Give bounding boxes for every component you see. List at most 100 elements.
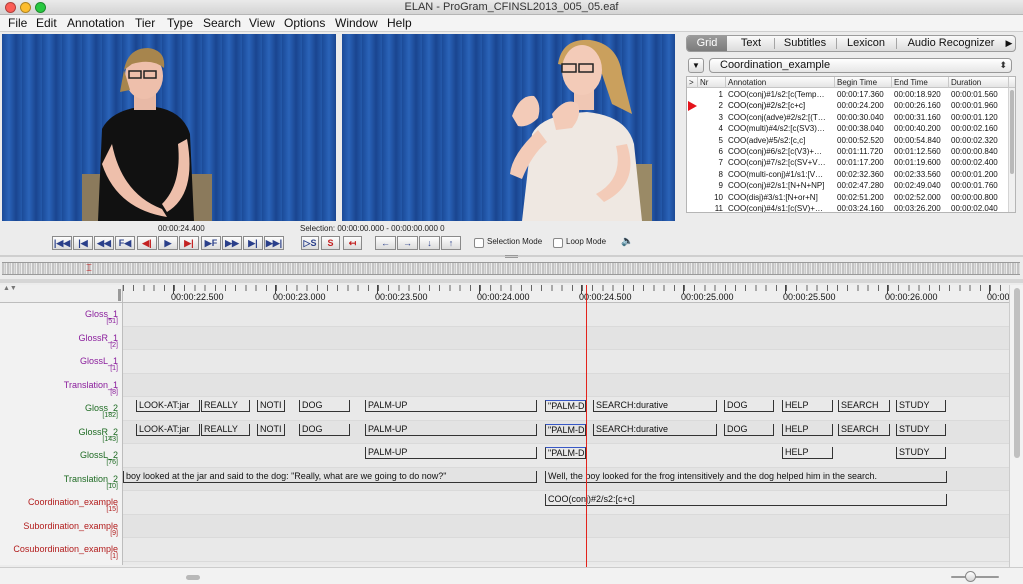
timeline-overview[interactable] bbox=[2, 262, 1020, 275]
annotation-box[interactable]: HELP bbox=[782, 423, 833, 436]
annotation-box[interactable]: HELP bbox=[782, 400, 833, 412]
grid-row[interactable]: 7 COO(conj)#7/s2:[c(SV+V… 00:01:17.200 00:0… bbox=[687, 157, 1009, 168]
col-header-end-time[interactable]: End Time bbox=[892, 77, 949, 88]
zoom-slider-knob[interactable] bbox=[965, 571, 976, 582]
loop-mode-checkbox[interactable] bbox=[553, 238, 563, 248]
annotation-box[interactable]: PALM-UP bbox=[365, 400, 537, 412]
previous-annotation-button[interactable]: ← bbox=[375, 236, 396, 250]
annotation-tracks[interactable]: LOOK-AT:jar REALLY NOTI DOG PALM-UP "PALM-D SE… bbox=[123, 303, 1009, 565]
annotation-box[interactable]: SEARCH bbox=[838, 400, 890, 412]
minimize-window-button[interactable] bbox=[20, 2, 31, 13]
timeline-horizontal-scrollbar[interactable] bbox=[0, 567, 1023, 584]
annotation-box[interactable]: HELP bbox=[782, 447, 833, 459]
grid-row[interactable]: 4 COO(multi)#4/s2:[c(SV3)… 00:00:38.040 00:… bbox=[687, 123, 1009, 134]
annotation-box[interactable]: DOG bbox=[299, 400, 350, 412]
menu-view[interactable]: View bbox=[245, 15, 279, 32]
annotation-box[interactable]: LOOK-AT:jar bbox=[136, 400, 200, 412]
grid-row[interactable]: 6 COO(conj)#6/s2:[c(V3)+… 00:01:11.720 00:0… bbox=[687, 146, 1009, 157]
tier-label[interactable]: Coordination_example bbox=[28, 497, 118, 507]
go-to-end-button[interactable]: ▶▶| bbox=[264, 236, 284, 250]
play-selection-button[interactable]: ▷S bbox=[301, 236, 319, 250]
annotation-box[interactable]: PALM-UP bbox=[365, 423, 537, 436]
annotation-box[interactable]: STUDY bbox=[896, 423, 946, 436]
menu-file[interactable]: File bbox=[4, 15, 31, 32]
tab-grid[interactable]: Grid bbox=[687, 36, 727, 51]
playback-crosshair[interactable] bbox=[586, 285, 587, 567]
video-viewer-right[interactable] bbox=[342, 34, 675, 221]
tier-label[interactable]: Cosubordination_example bbox=[13, 544, 118, 554]
fast-back-button[interactable]: F◀ bbox=[115, 236, 135, 250]
col-header-begin-time[interactable]: Begin Time bbox=[835, 77, 892, 88]
fast-forward-button[interactable]: ▶F bbox=[201, 236, 221, 250]
col-header-annotation[interactable]: Annotation bbox=[726, 77, 835, 88]
next-annotation-button[interactable]: → bbox=[397, 236, 418, 250]
annotation-box[interactable]: STUDY bbox=[896, 447, 946, 459]
annotation-box[interactable]: DOG bbox=[724, 423, 774, 436]
previous-frame-button[interactable]: |◀ bbox=[73, 236, 93, 250]
tier-track[interactable] bbox=[123, 538, 1009, 562]
tier-label[interactable]: Subordination_example bbox=[23, 521, 118, 531]
splitter-grip-icon[interactable] bbox=[505, 255, 518, 258]
grid-row[interactable]: 10 COO(disj)#3/s1:[N+or+N] 00:02:51.200 00:… bbox=[687, 192, 1009, 203]
tab-text[interactable]: Text bbox=[729, 36, 773, 51]
next-frame-button[interactable]: ▶| bbox=[243, 236, 263, 250]
grid-tier-select[interactable]: Coordination_example ⬍ bbox=[709, 58, 1012, 73]
tier-track[interactable] bbox=[123, 373, 1009, 397]
col-header-nr[interactable]: Nr bbox=[698, 77, 726, 88]
grid-row[interactable]: 5 COO(adve)#5/s2:[c,c] 00:00:52.520 00:00:5… bbox=[687, 135, 1009, 146]
tab-lexicon[interactable]: Lexicon bbox=[837, 36, 895, 51]
menu-window[interactable]: Window bbox=[331, 15, 382, 32]
tab-subtitles[interactable]: Subtitles bbox=[775, 36, 835, 51]
annotation-box[interactable]: SEARCH bbox=[838, 423, 890, 436]
selection-to-crosshair-button[interactable]: ↤ bbox=[343, 236, 362, 250]
next-pixel-button[interactable]: ▶▶ bbox=[222, 236, 242, 250]
annotation-box[interactable]: REALLY bbox=[201, 400, 250, 412]
time-ruler[interactable]: 00:00:22.500 00:00:23.000 00:00:23.500 00:0… bbox=[123, 285, 1009, 303]
upper-tier-button[interactable]: ↑ bbox=[441, 236, 461, 250]
collapse-icon[interactable]: ▲▼ bbox=[3, 285, 17, 292]
play-pause-button[interactable]: ▶ bbox=[158, 236, 178, 250]
annotation-box[interactable]: NOTI bbox=[257, 400, 285, 412]
menu-search[interactable]: Search bbox=[199, 15, 245, 32]
annotation-box[interactable]: PALM-UP bbox=[365, 447, 537, 459]
annotation-box[interactable]: DOG bbox=[299, 423, 350, 436]
lower-tier-button[interactable]: ↓ bbox=[419, 236, 440, 250]
grid-row[interactable]: 3 COO(conj(adve)#2/s2:[(T… 00:00:30.040 00:… bbox=[687, 112, 1009, 123]
annotation-box[interactable]: DOG bbox=[724, 400, 774, 412]
tier-track[interactable] bbox=[123, 303, 1009, 327]
annotation-box[interactable]: REALLY bbox=[201, 423, 250, 436]
annotation-box[interactable]: STUDY bbox=[896, 400, 946, 412]
annotation-box[interactable]: "PALM-D bbox=[545, 400, 586, 412]
menu-options[interactable]: Options bbox=[280, 15, 329, 32]
annotation-box[interactable]: boy looked at the jar and said to the do… bbox=[123, 470, 537, 483]
zoom-window-button[interactable] bbox=[35, 2, 46, 13]
hscroll-thumb[interactable] bbox=[186, 575, 200, 580]
grid-row[interactable]: 1 COO(conj)#1/s2:[c(Temp… 00:00:17.360 00:0… bbox=[687, 89, 1009, 100]
tier-track[interactable] bbox=[123, 514, 1009, 538]
selection-mode-checkbox[interactable] bbox=[474, 238, 484, 248]
close-window-button[interactable] bbox=[5, 2, 16, 13]
menu-help[interactable]: Help bbox=[383, 15, 416, 32]
volume-speaker-icon[interactable]: 🔈 bbox=[621, 236, 633, 247]
annotation-box[interactable]: "PALM-D bbox=[545, 423, 586, 436]
tier-vertical-scrollbar[interactable] bbox=[1009, 285, 1023, 567]
annotation-box[interactable]: LOOK-AT:jar bbox=[136, 423, 200, 436]
col-header-marker[interactable]: > bbox=[687, 77, 698, 88]
go-to-begin-button[interactable]: |◀◀ bbox=[52, 236, 72, 250]
grid-scrollbar[interactable] bbox=[1008, 88, 1015, 212]
previous-pixel-button[interactable]: ◀◀ bbox=[94, 236, 114, 250]
col-header-duration[interactable]: Duration bbox=[949, 77, 1009, 88]
grid-row[interactable]: 9 COO(conj)#2/s1:[N+N+NP] 00:02:47.280 00:0… bbox=[687, 180, 1009, 191]
menu-annotation[interactable]: Annotation bbox=[63, 15, 128, 32]
menu-type[interactable]: Type bbox=[163, 15, 197, 32]
tier-track[interactable] bbox=[123, 326, 1009, 350]
menu-edit[interactable]: Edit bbox=[32, 15, 61, 32]
video-viewer-left[interactable] bbox=[2, 34, 336, 221]
annotation-box[interactable]: SEARCH:durative bbox=[593, 400, 717, 412]
grid-row[interactable]: 8 COO(multi-conj)#1/s1:[V… 00:02:32.360 00:… bbox=[687, 169, 1009, 180]
clear-selection-button[interactable]: S bbox=[321, 236, 340, 250]
menu-tier[interactable]: Tier bbox=[131, 15, 159, 32]
annotation-box[interactable]: NOTI bbox=[257, 423, 285, 436]
timeline-separator[interactable] bbox=[0, 279, 1023, 283]
forward-to-selection-end-button[interactable]: ▶| bbox=[179, 236, 199, 250]
